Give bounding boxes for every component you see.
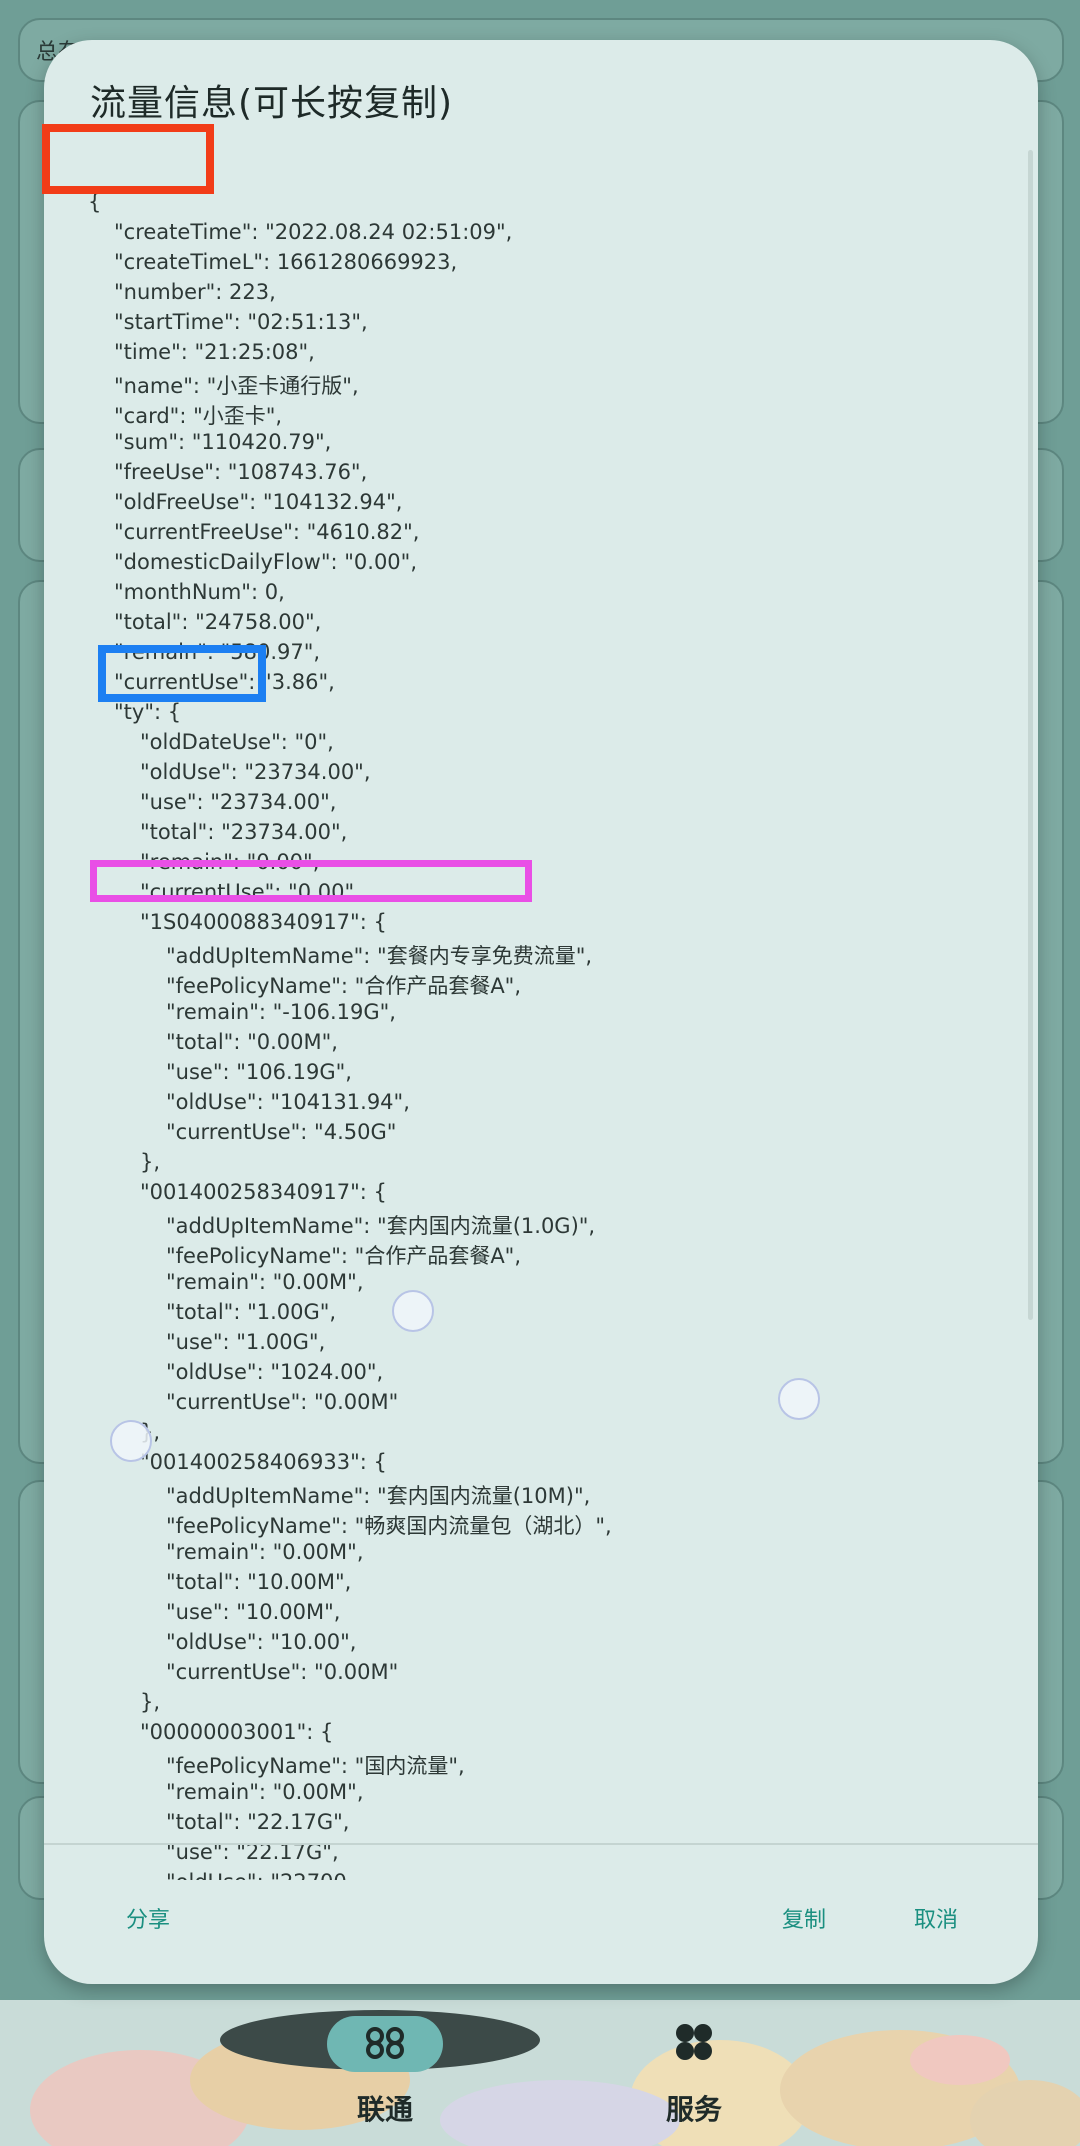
json-line: "use": "1.00G", <box>166 1330 326 1354</box>
json-line: "00000003001": { <box>140 1720 334 1744</box>
dialog-divider <box>44 1843 1038 1845</box>
json-line: "currentUse": "0.00M" <box>166 1660 399 1684</box>
json-line: "feePolicyName": "合作产品套餐A", <box>166 974 522 998</box>
touch-indicator <box>778 1378 820 1420</box>
json-line: "startTime": "02:51:13", <box>114 310 368 334</box>
json-line: "feePolicyName": "畅爽国内流量包（湖北）", <box>166 1514 612 1538</box>
json-line: "addUpItemName": "套内国内流量(10M)", <box>166 1484 591 1508</box>
json-line: "use": "106.19G", <box>166 1060 352 1084</box>
json-line: "total": "24758.00", <box>114 610 322 634</box>
json-line: "total": "0.00M", <box>166 1030 338 1054</box>
copy-button[interactable]: 复制 <box>782 1902 826 1934</box>
annotation-box-magenta <box>90 860 532 902</box>
traffic-info-dialog: 流量信息(可长按复制) {"createTime": "2022.08.24 0… <box>44 40 1038 1984</box>
dialog-scrollbar[interactable] <box>1028 150 1033 1320</box>
json-line: "oldUse": "10.00", <box>166 1630 357 1654</box>
json-line: "1S0400088340917": { <box>140 910 387 934</box>
json-line: "remain": "0.00M", <box>166 1780 364 1804</box>
json-line: "oldUse": "1024.00", <box>166 1360 384 1384</box>
json-line: "remain": "-106.19G", <box>166 1000 396 1024</box>
annotation-box-blue <box>98 645 266 702</box>
json-line: "remain": "0.00M", <box>166 1270 364 1294</box>
json-line: "ty": { <box>114 700 182 724</box>
json-line: "time": "21:25:08", <box>114 340 315 364</box>
json-line: "001400258406933": { <box>140 1450 387 1474</box>
json-line: "currentFreeUse": "4610.82", <box>114 520 420 544</box>
json-line: "feePolicyName": "国内流量", <box>166 1754 465 1778</box>
annotation-box-red <box>42 124 214 194</box>
json-line: "oldUse": "23734.00", <box>140 760 371 784</box>
cancel-button[interactable]: 取消 <box>914 1902 958 1934</box>
nav-pill <box>636 2016 752 2072</box>
json-line: "freeUse": "108743.76", <box>114 460 368 484</box>
json-line: "createTime": "2022.08.24 02:51:09", <box>114 220 513 244</box>
nav-item-service[interactable]: 服务 <box>594 2016 794 2128</box>
json-text-area[interactable]: {"createTime": "2022.08.24 02:51:09", "cr… <box>86 148 1016 1880</box>
json-line: "total": "10.00M", <box>166 1570 352 1594</box>
json-line: "total": "23734.00", <box>140 820 348 844</box>
json-line: "feePolicyName": "合作产品套餐A", <box>166 1244 522 1268</box>
json-line: "name": "小歪卡通行版", <box>114 374 359 398</box>
clover-grid-icon <box>672 2020 716 2068</box>
json-line: }, <box>140 1690 161 1714</box>
json-line: "oldDateUse": "0", <box>140 730 334 754</box>
nav-pill-active <box>327 2016 443 2072</box>
bottom-illustration <box>0 2000 1080 2146</box>
json-line: "currentUse": "0.00M" <box>166 1390 399 1414</box>
json-line: "number": 223, <box>114 280 276 304</box>
json-line: "remain": "0.00M", <box>166 1540 364 1564</box>
json-line: "createTimeL": 1661280669923, <box>114 250 458 274</box>
unicom-knot-icon <box>359 2022 411 2066</box>
json-line: "oldUse": "104131.94", <box>166 1090 410 1114</box>
json-line: }, <box>140 1150 161 1174</box>
share-button[interactable]: 分享 <box>126 1902 170 1934</box>
json-line: "total": "22.17G", <box>166 1810 350 1834</box>
nav-item-unicom[interactable]: 联通 <box>285 2016 485 2128</box>
json-line: "use": "23734.00", <box>140 790 337 814</box>
json-line: "domesticDailyFlow": "0.00", <box>114 550 418 574</box>
json-line: "oldFreeUse": "104132.94", <box>114 490 403 514</box>
json-line: "card": "小歪卡", <box>114 404 283 428</box>
json-line: "sum": "110420.79", <box>114 430 332 454</box>
nav-label-unicom: 联通 <box>356 2093 413 2126</box>
json-line: "total": "1.00G", <box>166 1300 337 1324</box>
dialog-title: 流量信息(可长按复制) <box>90 83 454 124</box>
json-line: "addUpItemName": "套内国内流量(1.0G)", <box>166 1214 596 1238</box>
touch-indicator <box>392 1290 434 1332</box>
json-line: "currentUse": "4.50G" <box>166 1120 397 1144</box>
json-line: "oldUse": "22700 <box>166 1870 347 1880</box>
json-line: "monthNum": 0, <box>114 580 285 604</box>
json-line: "use": "10.00M", <box>166 1600 341 1624</box>
json-line: "addUpItemName": "套餐内专享免费流量", <box>166 944 593 968</box>
nav-label-service: 服务 <box>665 2093 722 2126</box>
touch-indicator <box>110 1420 152 1462</box>
json-line: "001400258340917": { <box>140 1180 387 1204</box>
